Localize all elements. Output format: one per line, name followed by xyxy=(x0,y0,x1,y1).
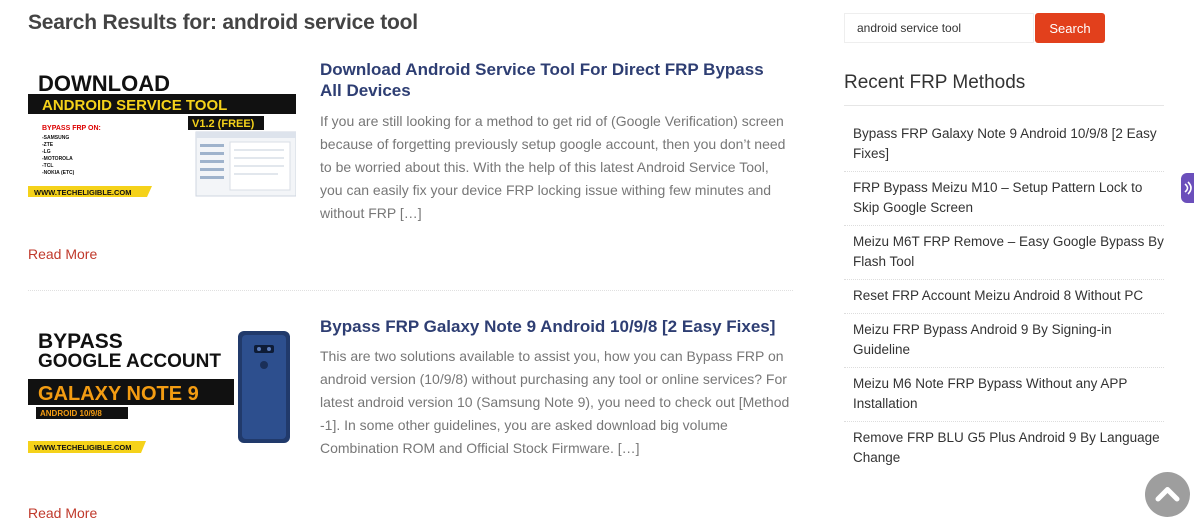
thumb-line3: GALAXY NOTE 9 xyxy=(38,383,199,405)
recent-method-link[interactable]: Bypass FRP Galaxy Note 9 Android 10/9/8 … xyxy=(844,118,1164,172)
post-item: DOWNLOAD ANDROID SERVICE TOOL V1.2 (FREE… xyxy=(28,58,793,273)
thumbnail-image: DOWNLOAD ANDROID SERVICE TOOL V1.2 (FREE… xyxy=(28,58,296,198)
recent-methods-heading: Recent FRP Methods xyxy=(844,72,1026,93)
post-title[interactable]: Bypass FRP Galaxy Note 9 Android 10/9/8 … xyxy=(320,316,780,337)
recent-method-link[interactable]: Meizu M6 Note FRP Bypass Without any APP… xyxy=(844,368,1164,422)
side-tab-button[interactable] xyxy=(1181,173,1194,203)
post-excerpt: If you are still looking for a method to… xyxy=(320,113,786,221)
thumb-line2: GOOGLE ACCOUNT xyxy=(38,351,221,372)
recent-method-link[interactable]: Reset FRP Account Meizu Android 8 Withou… xyxy=(844,280,1164,314)
post-thumbnail[interactable]: DOWNLOAD ANDROID SERVICE TOOL V1.2 (FREE… xyxy=(28,58,296,198)
thumbnail-image: BYPASS GOOGLE ACCOUNT GALAXY NOTE 9 ANDR… xyxy=(28,315,296,460)
read-more-link[interactable]: Read More xyxy=(28,505,97,521)
thumb-line2: ANDROID SERVICE TOOL xyxy=(42,97,227,114)
thumb-line1: BYPASS xyxy=(38,330,123,353)
thumb-brand: -LG xyxy=(42,149,51,155)
back-to-top-button[interactable] xyxy=(1145,472,1190,517)
thumb-line4: ANDROID 10/9/8 xyxy=(40,409,102,418)
thumb-bypass-label: BYPASS FRP ON: xyxy=(42,125,101,132)
post-title[interactable]: Download Android Service Tool For Direct… xyxy=(320,59,780,101)
thumb-version: V1.2 (FREE) xyxy=(192,118,255,130)
search-button[interactable]: Search xyxy=(1035,13,1105,43)
thumb-brand: -NOKIA (ETC) xyxy=(42,170,75,176)
post-excerpt: This are two solutions available to assi… xyxy=(320,348,790,456)
widget-divider xyxy=(844,105,1164,106)
thumb-line1: DOWNLOAD xyxy=(38,71,170,96)
post-divider xyxy=(28,290,793,291)
thumb-brand: -MOTOROLA xyxy=(42,156,73,162)
recent-method-link[interactable]: FRP Bypass Meizu M10 – Setup Pattern Loc… xyxy=(844,172,1164,226)
read-more-link[interactable]: Read More xyxy=(28,246,97,262)
recent-method-link[interactable]: Meizu FRP Bypass Android 9 By Signing-in… xyxy=(844,314,1164,368)
recent-methods-list: Bypass FRP Galaxy Note 9 Android 10/9/8 … xyxy=(844,118,1164,475)
thumb-site: WWW.TECHELIGIBLE.COM xyxy=(34,188,132,197)
thumb-brand: -SAMSUNG xyxy=(42,135,69,141)
feedback-icon xyxy=(1184,181,1192,195)
post-thumbnail[interactable]: BYPASS GOOGLE ACCOUNT GALAXY NOTE 9 ANDR… xyxy=(28,315,296,460)
thumb-site: WWW.TECHELIGIBLE.COM xyxy=(34,443,132,452)
search-input[interactable] xyxy=(844,13,1034,43)
recent-method-link[interactable]: Remove FRP BLU G5 Plus Android 9 By Lang… xyxy=(844,422,1164,475)
post-item: BYPASS GOOGLE ACCOUNT GALAXY NOTE 9 ANDR… xyxy=(28,315,793,529)
thumb-brand: -TCL xyxy=(42,163,53,169)
recent-method-link[interactable]: Meizu M6T FRP Remove – Easy Google Bypas… xyxy=(844,226,1164,280)
chevron-up-icon xyxy=(1155,487,1180,502)
page-title: Search Results for: android service tool xyxy=(28,11,418,34)
thumb-brand: -ZTE xyxy=(42,142,54,148)
